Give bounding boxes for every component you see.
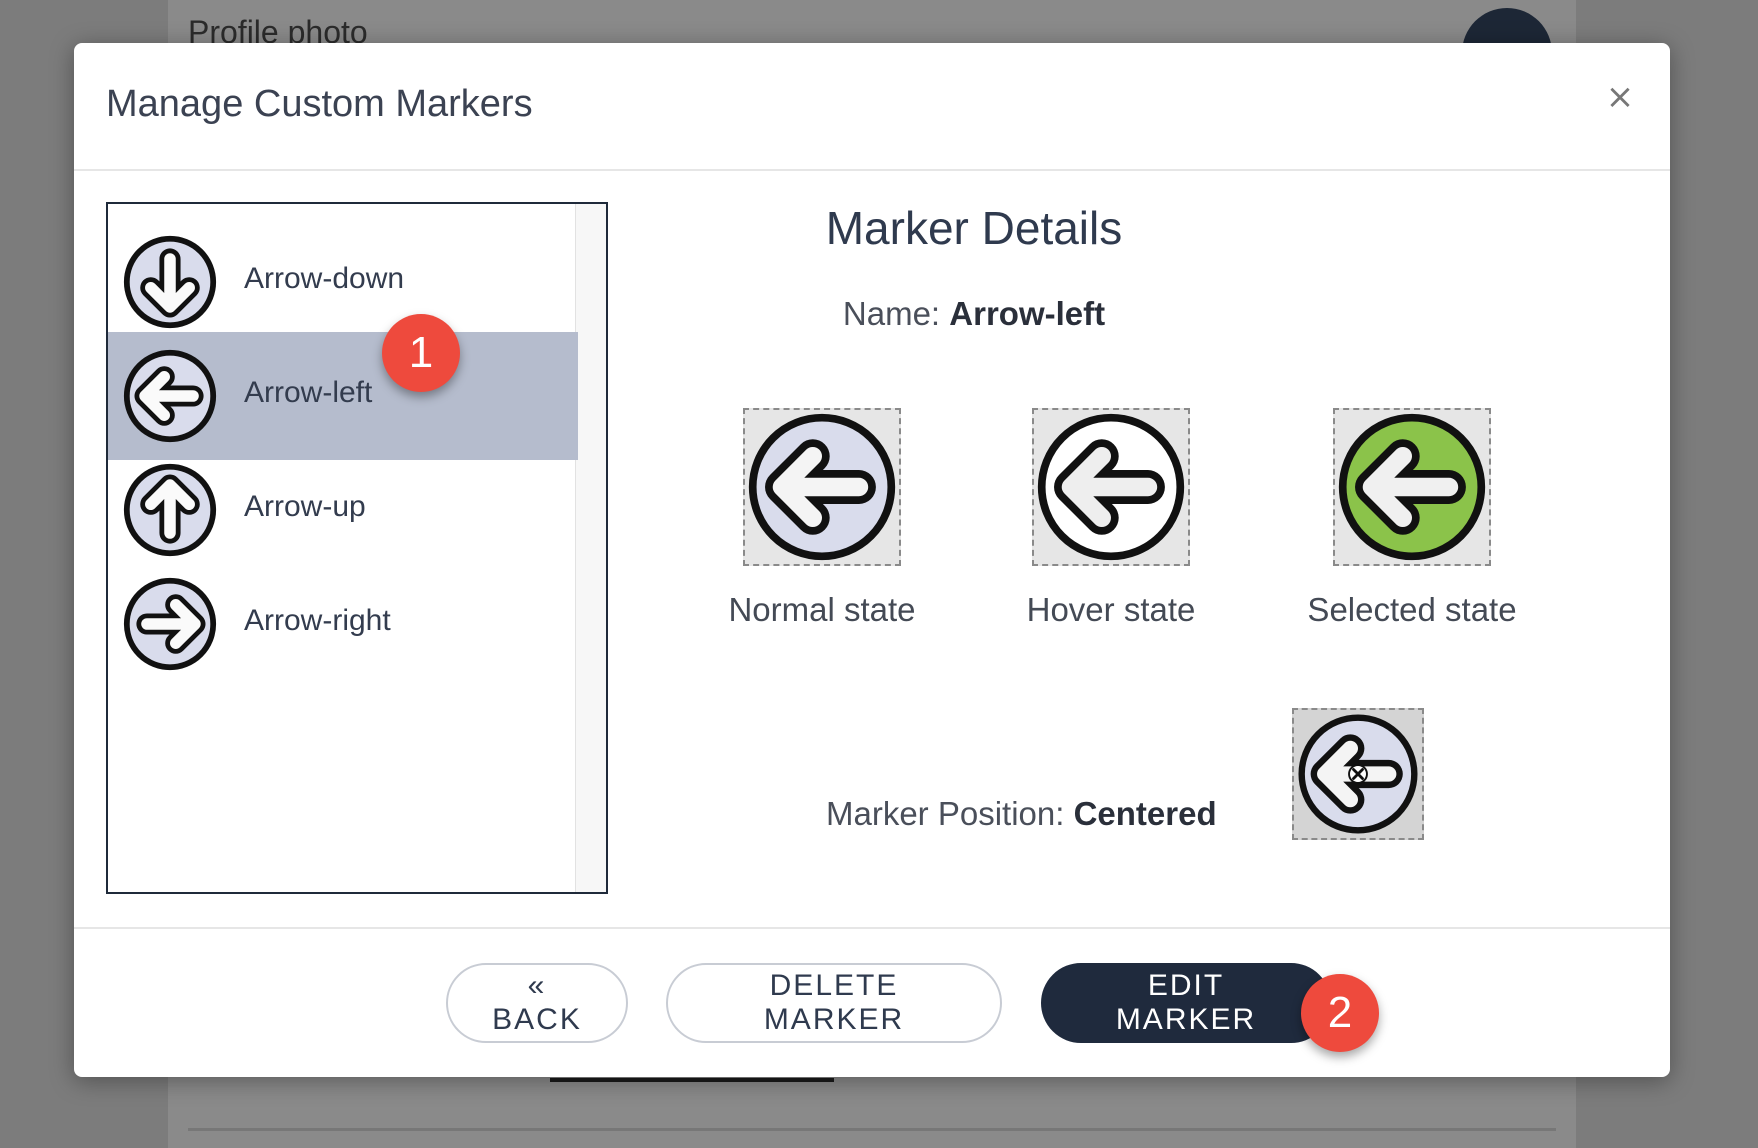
list-item-arrow-up[interactable]: Arrow-up — [108, 446, 578, 574]
delete-marker-button[interactable]: DELETE MARKER — [666, 963, 1002, 1043]
arrow-down-icon — [122, 234, 218, 330]
modal-footer: « BACK DELETE MARKER EDIT MARKER — [74, 927, 1670, 1079]
step-badge-1: 1 — [382, 314, 460, 392]
anchor-point-icon — [1348, 764, 1368, 784]
modal-header: Manage Custom Markers × — [74, 43, 1670, 171]
marker-position-preview[interactable] — [1292, 708, 1424, 840]
arrow-left-icon — [1298, 714, 1418, 834]
list-item-arrow-left[interactable]: Arrow-left — [108, 332, 578, 460]
hover-state-preview — [1032, 408, 1190, 566]
back-button[interactable]: « BACK — [446, 963, 628, 1043]
details-title: Marker Details — [825, 202, 1123, 254]
selected-state-label: Selected state — [1307, 591, 1517, 628]
arrow-right-icon — [122, 576, 218, 672]
normal-state-label: Normal state — [728, 591, 916, 628]
arrow-left-icon — [122, 348, 218, 444]
background-line — [188, 1128, 1556, 1131]
modal-title: Manage Custom Markers — [106, 83, 533, 125]
close-icon: × — [1605, 77, 1635, 117]
step-badge-2: 2 — [1301, 974, 1379, 1052]
marker-position-value: Centered — [1073, 795, 1217, 832]
list-item-arrow-down[interactable]: Arrow-down — [108, 218, 578, 346]
edit-marker-button[interactable]: EDIT MARKER — [1041, 963, 1331, 1043]
selected-state-preview — [1333, 408, 1491, 566]
arrow-left-icon — [1037, 413, 1185, 561]
marker-name-label: Name: — [842, 295, 941, 332]
marker-position-label: Marker Position: — [826, 795, 1065, 832]
list-scrollbar[interactable] — [575, 204, 606, 892]
hover-state-label: Hover state — [1026, 591, 1196, 628]
list-item-label: Arrow-right — [244, 604, 391, 637]
list-item-label: Arrow-down — [244, 262, 405, 295]
arrow-up-icon — [122, 462, 218, 558]
list-item-label: Arrow-up — [244, 490, 366, 523]
list-item-arrow-right[interactable]: Arrow-right — [108, 560, 578, 688]
arrow-left-icon — [748, 413, 896, 561]
marker-list[interactable]: Arrow-down Arrow-left Arrow-up Arrow-rig… — [106, 202, 608, 894]
normal-state-preview — [743, 408, 901, 566]
list-item-label: Arrow-left — [244, 376, 373, 409]
manage-markers-modal: Manage Custom Markers × Arrow-down Arrow… — [74, 43, 1670, 1077]
marker-name-value: Arrow-left — [949, 295, 1106, 332]
arrow-left-icon — [1338, 413, 1486, 561]
close-button[interactable]: × — [1600, 77, 1640, 117]
marker-position: Marker Position: Centered — [826, 795, 1217, 833]
marker-name: Name: Arrow-left — [843, 295, 1105, 333]
